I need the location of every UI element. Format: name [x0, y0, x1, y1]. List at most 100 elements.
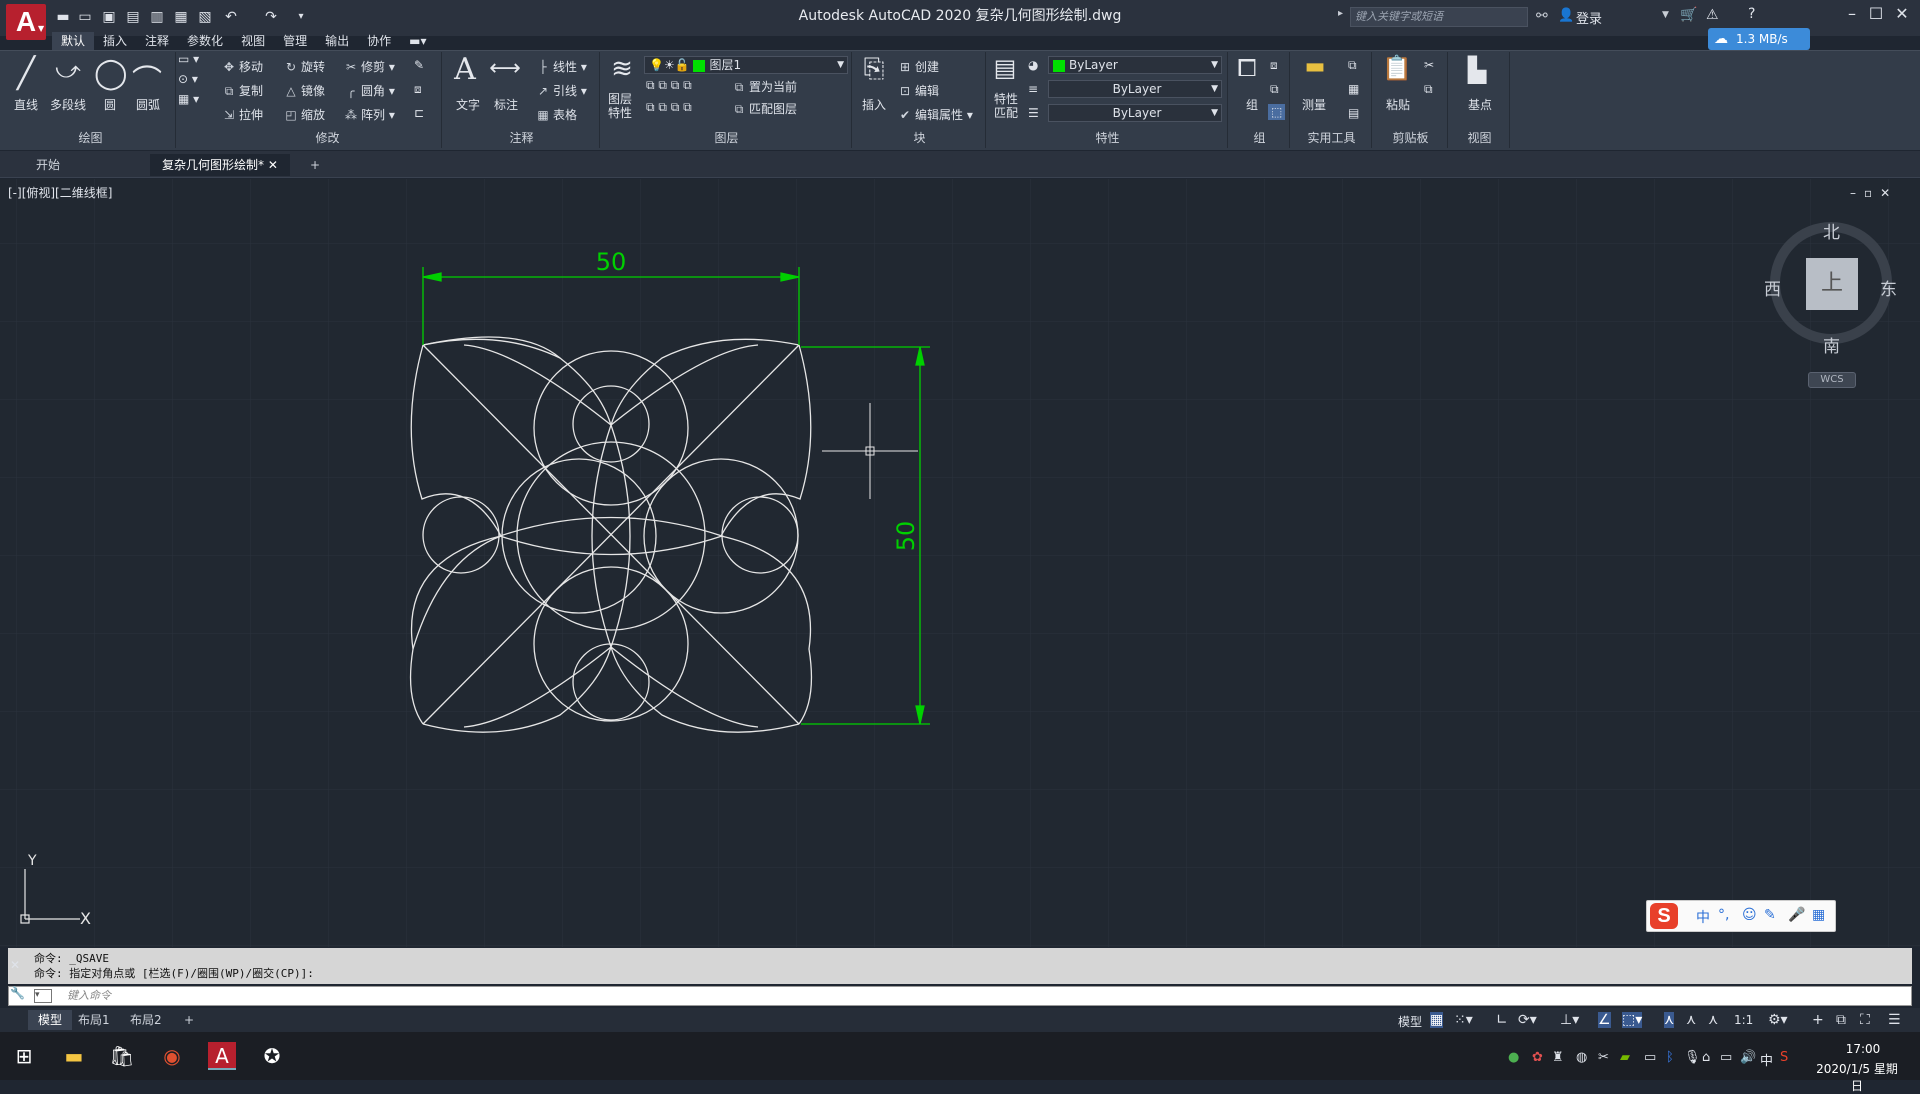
stretch-button[interactable]: ⇲ 拉伸: [222, 106, 263, 123]
tray-tool-icon[interactable]: ✂: [1598, 1050, 1609, 1065]
wechat-icon[interactable]: ●: [1508, 1050, 1519, 1065]
layer-tools-row1[interactable]: ⧉ ⧉ ⧉ ⧉: [646, 78, 692, 93]
customize-qat-icon[interactable]: ▾: [292, 8, 310, 26]
rectangle-icon[interactable]: ▭ ▾: [178, 52, 199, 66]
open-folder-icon[interactable]: ▭: [76, 8, 94, 26]
tab-active-drawing[interactable]: 复杂几何图形绘制* ✕: [150, 154, 290, 176]
cart-icon[interactable]: 🛒: [1680, 7, 1697, 23]
minimize-button[interactable]: –: [1840, 4, 1864, 28]
modify-panel-title[interactable]: 修改: [214, 129, 441, 146]
tab-output[interactable]: 输出: [316, 32, 358, 50]
tab-insert[interactable]: 插入: [94, 32, 136, 50]
view-panel-title[interactable]: 视图: [1450, 129, 1509, 146]
match-layer-button[interactable]: ⧉ 匹配图层: [732, 100, 797, 117]
maximize-button[interactable]: ☐: [1864, 4, 1888, 28]
rotate-button[interactable]: ↻ 旋转: [284, 58, 325, 75]
network-icon[interactable]: ▭: [1720, 1050, 1732, 1065]
tab-manage[interactable]: 管理: [274, 32, 316, 50]
search-input[interactable]: 键入关键字或短语: [1350, 7, 1528, 27]
emoji-icon[interactable]: ☺: [1742, 907, 1757, 923]
auto-scale-icon[interactable]: ⋏: [1686, 1012, 1696, 1028]
ungroup-icon[interactable]: ⧈: [1270, 58, 1278, 73]
properties-panel-title[interactable]: 特性: [988, 129, 1227, 146]
base-button[interactable]: 基点: [1468, 96, 1492, 113]
save-icon[interactable]: ▣: [100, 8, 118, 26]
close-icon[interactable]: ✕: [268, 158, 278, 172]
input-language-indicator[interactable]: 中: [1760, 1050, 1773, 1069]
polar-tracking-icon[interactable]: ⟳▾: [1518, 1012, 1537, 1028]
select-all-icon[interactable]: ▦: [1348, 82, 1359, 96]
edit-attributes-button[interactable]: ✔ 编辑属性 ▾: [898, 106, 973, 123]
microphone-icon[interactable]: 🎙: [1684, 1050, 1701, 1065]
dimension-button[interactable]: 标注: [494, 96, 518, 113]
windows-start-icon[interactable]: ⊞: [10, 1042, 38, 1070]
lineweight-dropdown[interactable]: ByLayer ▼: [1048, 104, 1222, 122]
wcs-menu[interactable]: WCS: [1808, 372, 1856, 388]
tab-default[interactable]: 默认: [52, 32, 95, 50]
compass-east[interactable]: 东: [1880, 275, 1897, 300]
tab-layout2[interactable]: 布局2: [120, 1010, 172, 1030]
tab-extra-toggle[interactable]: ▬▾: [400, 32, 435, 50]
annotation-panel-title[interactable]: 注释: [444, 129, 599, 146]
ime-language-toggle[interactable]: 中: [1696, 907, 1710, 927]
explode-icon[interactable]: ⧈: [414, 82, 422, 97]
login-button[interactable]: 登录: [1576, 8, 1602, 27]
circle-button[interactable]: 圆: [104, 96, 116, 113]
expand-arrow-icon[interactable]: ▸: [1338, 8, 1343, 19]
tab-view[interactable]: 视图: [232, 32, 274, 50]
tray-wifi-icon[interactable]: ⌂: [1702, 1050, 1710, 1065]
annotation-scale-value[interactable]: 1:1: [1734, 1013, 1753, 1027]
microphone-icon[interactable]: 🎤: [1788, 907, 1805, 923]
publish-icon[interactable]: ▥: [148, 8, 166, 26]
tab-start[interactable]: 开始: [24, 154, 72, 176]
paste-button[interactable]: 粘贴: [1386, 96, 1410, 113]
application-menu-button[interactable]: A: [6, 4, 46, 40]
copy-button[interactable]: ⧉ 复制: [222, 82, 263, 99]
file-explorer-icon[interactable]: ▬: [60, 1042, 88, 1070]
mirror-button[interactable]: △ 镜像: [284, 82, 325, 99]
layers-panel-title[interactable]: 图层: [602, 129, 851, 146]
viewport-window-controls[interactable]: –▫✕: [1850, 186, 1898, 200]
recent-commands-icon[interactable]: ▾: [34, 989, 52, 1003]
linear-button[interactable]: ├ 线性 ▾: [536, 58, 586, 75]
clock-date[interactable]: 2020/1/5 星期日: [1812, 1060, 1902, 1094]
groups-panel-title[interactable]: 组: [1230, 129, 1289, 146]
add-layout-button[interactable]: +: [174, 1010, 204, 1030]
compass-west[interactable]: 西: [1764, 275, 1781, 300]
autodesk-a360-icon[interactable]: ⚠: [1706, 7, 1719, 23]
isolate-objects-icon[interactable]: ⧉: [1836, 1012, 1846, 1028]
erase-icon[interactable]: ✎: [414, 58, 424, 72]
leader-button[interactable]: ↗ 引线 ▾: [536, 82, 587, 99]
offset-icon[interactable]: ⊏: [414, 106, 424, 120]
binoculars-icon[interactable]: ⚯: [1536, 8, 1548, 24]
drawing-canvas[interactable]: 50 50 Y X: [0, 179, 1920, 947]
layer-properties-button[interactable]: 图层 特性: [608, 92, 632, 120]
fillet-button[interactable]: ╭ 圆角 ▾: [344, 82, 394, 99]
clipboard-panel-title[interactable]: 剪贴板: [1374, 129, 1447, 146]
tray-app-icon[interactable]: ✿: [1532, 1050, 1543, 1065]
app-taskbar-icon[interactable]: ✪: [258, 1042, 286, 1070]
block-panel-title[interactable]: 块: [854, 129, 985, 146]
sogou-tray-icon[interactable]: S: [1780, 1050, 1788, 1065]
annotation-visibility-icon[interactable]: ⋏: [1664, 1012, 1675, 1028]
grid-toggle-icon[interactable]: ▦: [1430, 1012, 1444, 1028]
store-icon[interactable]: 🛍: [108, 1042, 136, 1070]
copy-clip-icon[interactable]: ⧉: [1424, 82, 1433, 97]
new-file-icon[interactable]: ▬: [54, 8, 72, 26]
trim-button[interactable]: ✂ 修剪 ▾: [344, 58, 395, 75]
quick-select-icon[interactable]: ⧉: [1348, 58, 1357, 73]
move-button[interactable]: ✥ 移动: [222, 58, 263, 75]
boundary-icon[interactable]: ▦ ▾: [178, 92, 199, 106]
group-edit-icon[interactable]: ⧉: [1270, 82, 1279, 97]
help-icon[interactable]: ?: [1748, 6, 1755, 22]
tab-model[interactable]: 模型: [28, 1010, 73, 1030]
scale-button[interactable]: ◰ 缩放: [284, 106, 325, 123]
dim-text-horizontal[interactable]: 50: [596, 248, 627, 276]
linetype-dropdown[interactable]: ByLayer ▼: [1048, 80, 1222, 98]
autocad-taskbar-icon[interactable]: A: [208, 1042, 236, 1070]
undo-icon[interactable]: ↶: [222, 8, 240, 26]
sogou-logo-icon[interactable]: S: [1650, 903, 1678, 929]
new-tab-button[interactable]: +: [298, 154, 332, 176]
tab-collaborate[interactable]: 协作: [358, 32, 400, 50]
model-space-button[interactable]: 模型: [1398, 1013, 1422, 1030]
